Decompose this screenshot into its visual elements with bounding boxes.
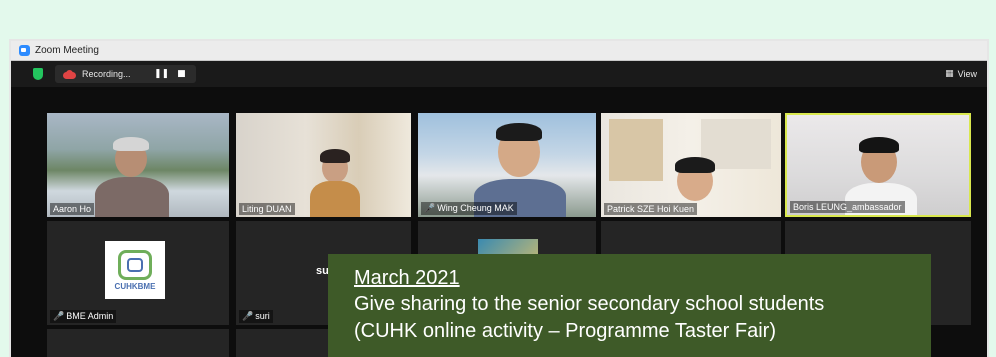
participant-name: 🎤 suri	[239, 310, 273, 323]
stop-icon[interactable]: ■	[177, 69, 186, 79]
mic-muted-icon: 🎤	[242, 312, 254, 322]
video-tile-wing-cheung-mak[interactable]: 🎤 Wing Cheung MAK	[418, 113, 596, 217]
bme-logo: CUHKBME	[105, 241, 165, 299]
video-tile-patrick-sze[interactable]: Patrick SZE Hoi Kuen	[601, 113, 781, 217]
window-title: Zoom Meeting	[35, 45, 99, 56]
caption-line-2: (CUHK online activity – Programme Taster…	[354, 320, 776, 342]
bme-logo-icon	[118, 249, 152, 280]
video-tile-aaron-ho[interactable]: Aaron Ho	[47, 113, 229, 217]
view-button[interactable]: ▦ View	[945, 69, 977, 79]
video-tile-empty[interactable]	[47, 329, 229, 357]
participant-name: Aaron Ho	[50, 203, 95, 215]
cloud-record-icon	[63, 69, 76, 79]
recording-indicator: Recording... ❚❚ ■	[55, 65, 196, 83]
video-tile-bme-admin[interactable]: CUHKBME 🎤 BME Admin	[47, 221, 229, 325]
grid-view-icon: ▦	[945, 69, 954, 79]
caption-box: March 2021 Give sharing to the senior se…	[328, 254, 931, 357]
video-tile-liting-duan[interactable]: Liting DUAN	[236, 113, 411, 217]
pause-icon[interactable]: ❚❚	[154, 69, 169, 79]
caption-line-1: Give sharing to the senior secondary sch…	[354, 293, 825, 315]
participant-name: 🎤 BME Admin	[50, 310, 117, 323]
recording-label: Recording...	[82, 69, 131, 79]
participant-name: Patrick SZE Hoi Kuen	[604, 203, 698, 215]
caption-date: March 2021	[354, 267, 460, 289]
mic-muted-icon: 🎤	[424, 204, 436, 214]
zoom-logo-icon	[19, 45, 30, 56]
participant-name: Boris LEUNG_ambassador	[790, 201, 905, 213]
title-bar: Zoom Meeting	[11, 41, 987, 61]
video-tile-boris-leung[interactable]: Boris LEUNG_ambassador	[785, 113, 971, 217]
security-shield-icon[interactable]	[33, 68, 43, 80]
participant-name: 🎤 Wing Cheung MAK	[421, 202, 517, 215]
view-label: View	[957, 69, 977, 79]
meeting-toolbar: Recording... ❚❚ ■ ▦ View	[11, 61, 987, 87]
participant-name: Liting DUAN	[239, 203, 295, 215]
mic-muted-icon: 🎤	[53, 312, 65, 322]
